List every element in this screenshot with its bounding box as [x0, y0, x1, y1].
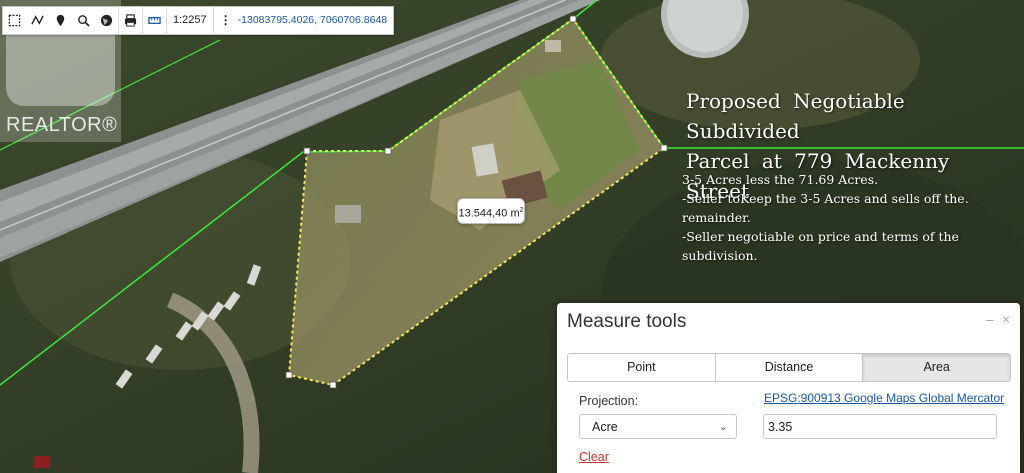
close-button[interactable]: × [1002, 311, 1010, 327]
globe-icon[interactable] [95, 7, 118, 34]
measure-mode-tabs: Point Distance Area [567, 353, 1011, 382]
realtor-wordmark: REALTOR® [6, 114, 118, 136]
note-3: -Seller negotiable on price and terms of… [682, 229, 959, 263]
measured-area-label: 13.544,40 m2 [457, 198, 525, 224]
tab-point[interactable]: Point [568, 354, 716, 381]
panel-title: Measure tools [567, 311, 687, 332]
measure-tools-panel: Measure tools – × Point Distance Area Pr… [557, 303, 1020, 473]
print-icon[interactable] [119, 7, 142, 34]
measured-value-field[interactable]: 3.35 [763, 414, 997, 439]
map-scale: 1:2257 [166, 7, 213, 34]
location-pin-icon[interactable] [49, 7, 72, 34]
area-label-value: 13.544,40 m [458, 207, 520, 220]
parcel-notes: 3-5 Acres less the 71.69 Acres. -Seller … [682, 170, 1022, 265]
map-toolbar: 1:2257 ⋮ -13083795.4026, 7060706.8648 [2, 6, 395, 35]
cursor-coordinates: ⋮ -13083795.4026, 7060706.8648 [212, 7, 393, 34]
projection-link[interactable]: EPSG:900913 Google Maps Global Mercator [764, 391, 1004, 405]
measure-ruler-icon[interactable] [143, 7, 166, 34]
minimize-button[interactable]: – [986, 311, 994, 327]
unit-select-value: Acre [592, 420, 618, 434]
clear-button[interactable]: Clear [579, 450, 609, 464]
note-1: 3-5 Acres less the 71.69 Acres. [682, 172, 879, 187]
tab-distance[interactable]: Distance [715, 354, 864, 381]
panel-controls: – × [986, 311, 1010, 327]
area-label-unit-sup: 2 [519, 207, 524, 214]
more-options-icon[interactable]: ⋮ [220, 7, 232, 34]
projection-label: Projection: [579, 394, 639, 408]
draw-line-icon[interactable] [26, 7, 49, 34]
zoom-icon[interactable] [72, 7, 95, 34]
note-2: -Seller toKeep the 3-5 Acres and sells o… [682, 191, 969, 225]
tab-area[interactable]: Area [863, 354, 1010, 381]
headline-line-1: Proposed Negotiable Subdivided [686, 89, 905, 143]
chevron-down-icon: ⌄ [718, 421, 728, 433]
select-area-icon[interactable] [3, 7, 26, 34]
unit-select[interactable]: Acre ⌄ [579, 414, 737, 439]
coordinates-value: -13083795.4026, 7060706.8648 [237, 14, 388, 26]
